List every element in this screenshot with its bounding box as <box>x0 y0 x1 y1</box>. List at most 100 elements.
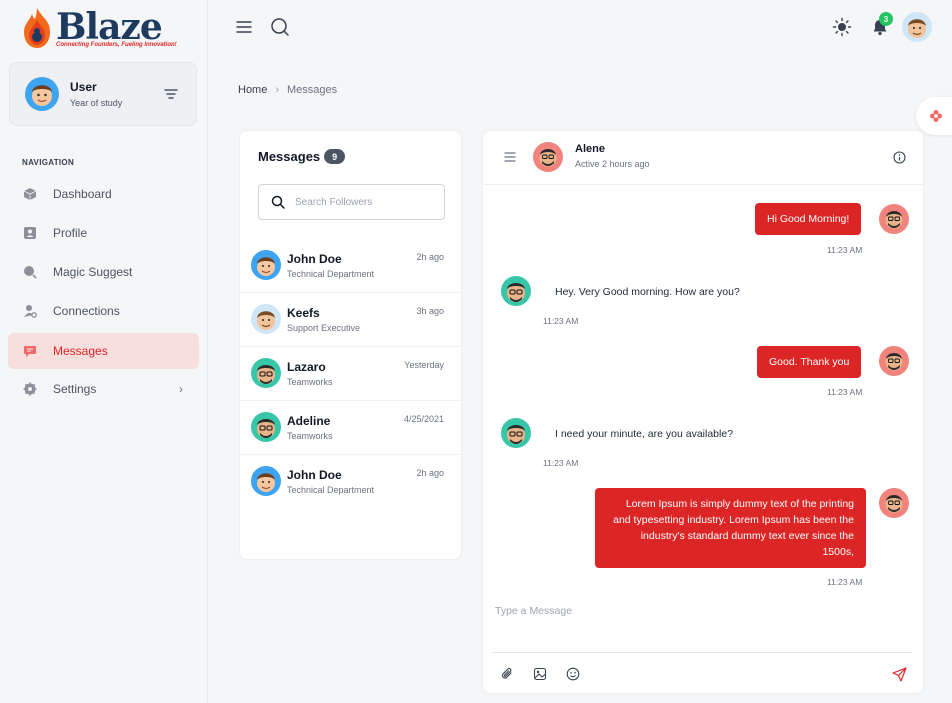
search-icon[interactable] <box>270 17 290 37</box>
sidebar-item-label: Settings <box>53 382 97 396</box>
contact-name: John Doe <box>287 252 342 266</box>
avatar <box>251 358 281 388</box>
avatar <box>879 488 909 518</box>
contact-name: Adeline <box>287 414 331 428</box>
contact-list-item[interactable]: Adeline Teamworks 4/25/2021 <box>240 401 461 455</box>
connections-icon <box>23 304 37 318</box>
user-name: User <box>70 80 97 94</box>
flower-icon <box>929 109 943 123</box>
contact-time: Yesterday <box>404 360 444 370</box>
notification-count-badge: 3 <box>879 12 893 26</box>
theme-toggle-sun-icon[interactable] <box>832 17 852 37</box>
gear-icon <box>23 382 37 396</box>
info-icon[interactable] <box>893 151 906 164</box>
sidebar-item-profile[interactable]: Profile <box>8 215 199 251</box>
menu-icon[interactable] <box>504 152 516 162</box>
sidebar-item-label: Profile <box>53 226 88 240</box>
sidebar-item-label: Connections <box>53 304 120 318</box>
send-icon[interactable] <box>892 667 907 682</box>
avatar <box>501 418 531 448</box>
emoji-icon[interactable] <box>566 667 580 681</box>
contact-time: 2h ago <box>416 252 444 262</box>
search-followers-input[interactable] <box>295 194 435 210</box>
contact-list-item[interactable]: John Doe Technical Department 2h ago <box>240 455 461 509</box>
message-composer <box>493 601 915 651</box>
outgoing-message: Hi Good Morning! <box>755 203 862 235</box>
sidebar-item-connections[interactable]: Connections <box>8 293 199 329</box>
avatar <box>251 250 281 280</box>
incoming-message: Hey. Very Good morning. How are you? <box>555 286 740 298</box>
contact-time: 3h ago <box>416 306 444 316</box>
brand-tagline: Connecting Founders, Fueling Innovation! <box>56 42 177 48</box>
flame-logo-icon <box>24 8 50 48</box>
contact-list-item[interactable]: John Doe Technical Department 2h ago <box>240 239 461 293</box>
cube-icon <box>23 187 37 201</box>
avatar <box>501 276 531 306</box>
contact-time: 4/25/2021 <box>403 414 444 424</box>
sidebar-item-settings[interactable]: Settings › <box>8 371 199 407</box>
chevron-right-icon: › <box>179 382 183 396</box>
sidebar-item-label: Messages <box>53 344 108 358</box>
avatar <box>533 142 563 172</box>
message-time: 11:23 AM <box>543 316 579 326</box>
sidebar-item-magic-suggest[interactable]: Magic Suggest <box>8 254 199 290</box>
chevron-right-icon: › <box>275 84 280 96</box>
contact-list-item[interactable]: Keefs Support Executive 3h ago <box>240 293 461 347</box>
message-time: 11:23 AM <box>827 577 863 587</box>
filter-icon[interactable] <box>163 87 179 101</box>
user-subtitle: Year of study <box>70 98 123 108</box>
sidebar-item-label: Magic Suggest <box>53 265 133 279</box>
avatar <box>25 77 59 111</box>
messages-title-label: Messages <box>258 149 321 164</box>
message-time: 11:23 AM <box>827 245 863 255</box>
customizer-button[interactable] <box>916 97 952 135</box>
top-bar: 3 <box>208 0 952 56</box>
paperclip-icon[interactable] <box>500 667 514 681</box>
contact-role: Teamworks <box>287 377 333 387</box>
contact-role: Technical Department <box>287 269 375 279</box>
breadcrumb: Home › Messages <box>238 84 337 96</box>
messages-title: Messages 9 <box>258 149 346 164</box>
message-time: 11:23 AM <box>543 458 579 468</box>
contact-role: Technical Department <box>287 485 375 495</box>
messages-count-badge: 9 <box>324 149 346 164</box>
chat-panel: Alene Active 2 hours ago Hi Good Morning… <box>482 130 924 694</box>
user-card[interactable]: User Year of study <box>9 62 197 126</box>
outgoing-message: Lorem Ipsum is simply dummy text of the … <box>595 488 866 568</box>
avatar <box>879 346 909 376</box>
avatar <box>251 466 281 496</box>
menu-icon[interactable] <box>236 20 252 34</box>
contact-time: 2h ago <box>416 468 444 478</box>
message-input[interactable] <box>495 605 915 645</box>
chat-contact-status: Active 2 hours ago <box>575 159 650 169</box>
outgoing-message: Good. Thank you <box>757 346 862 378</box>
contact-role: Support Executive <box>287 323 361 333</box>
chat-contact-name: Alene <box>575 143 605 155</box>
avatar <box>879 204 909 234</box>
contact-name: Keefs <box>287 306 320 320</box>
composer-divider <box>493 652 913 653</box>
message-time: 11:23 AM <box>827 387 863 397</box>
nav-heading: NAVIGATION <box>22 158 75 167</box>
breadcrumb-current: Messages <box>287 84 338 96</box>
search-followers-field[interactable] <box>258 184 445 220</box>
avatar <box>251 412 281 442</box>
magic-icon <box>23 265 37 279</box>
profile-avatar[interactable] <box>902 12 932 42</box>
breadcrumb-home[interactable]: Home <box>238 84 267 96</box>
search-icon <box>271 195 285 209</box>
avatar <box>251 304 281 334</box>
sidebar-item-label: Dashboard <box>53 187 112 201</box>
contact-role: Teamworks <box>287 431 333 441</box>
sidebar-item-messages[interactable]: Messages <box>8 333 199 369</box>
contact-name: Lazaro <box>287 360 326 374</box>
image-icon[interactable] <box>533 667 547 681</box>
incoming-message: I need your minute, are you available? <box>555 428 734 440</box>
sidebar: Blaze Connecting Founders, Fueling Innov… <box>0 0 208 703</box>
contact-name: John Doe <box>287 468 342 482</box>
message-icon <box>23 344 37 358</box>
contact-list-item[interactable]: Lazaro Teamworks Yesterday <box>240 347 461 401</box>
sidebar-item-dashboard[interactable]: Dashboard <box>8 176 199 212</box>
brand-logo[interactable]: Blaze Connecting Founders, Fueling Innov… <box>20 4 177 52</box>
chat-header: Alene Active 2 hours ago <box>483 131 923 185</box>
